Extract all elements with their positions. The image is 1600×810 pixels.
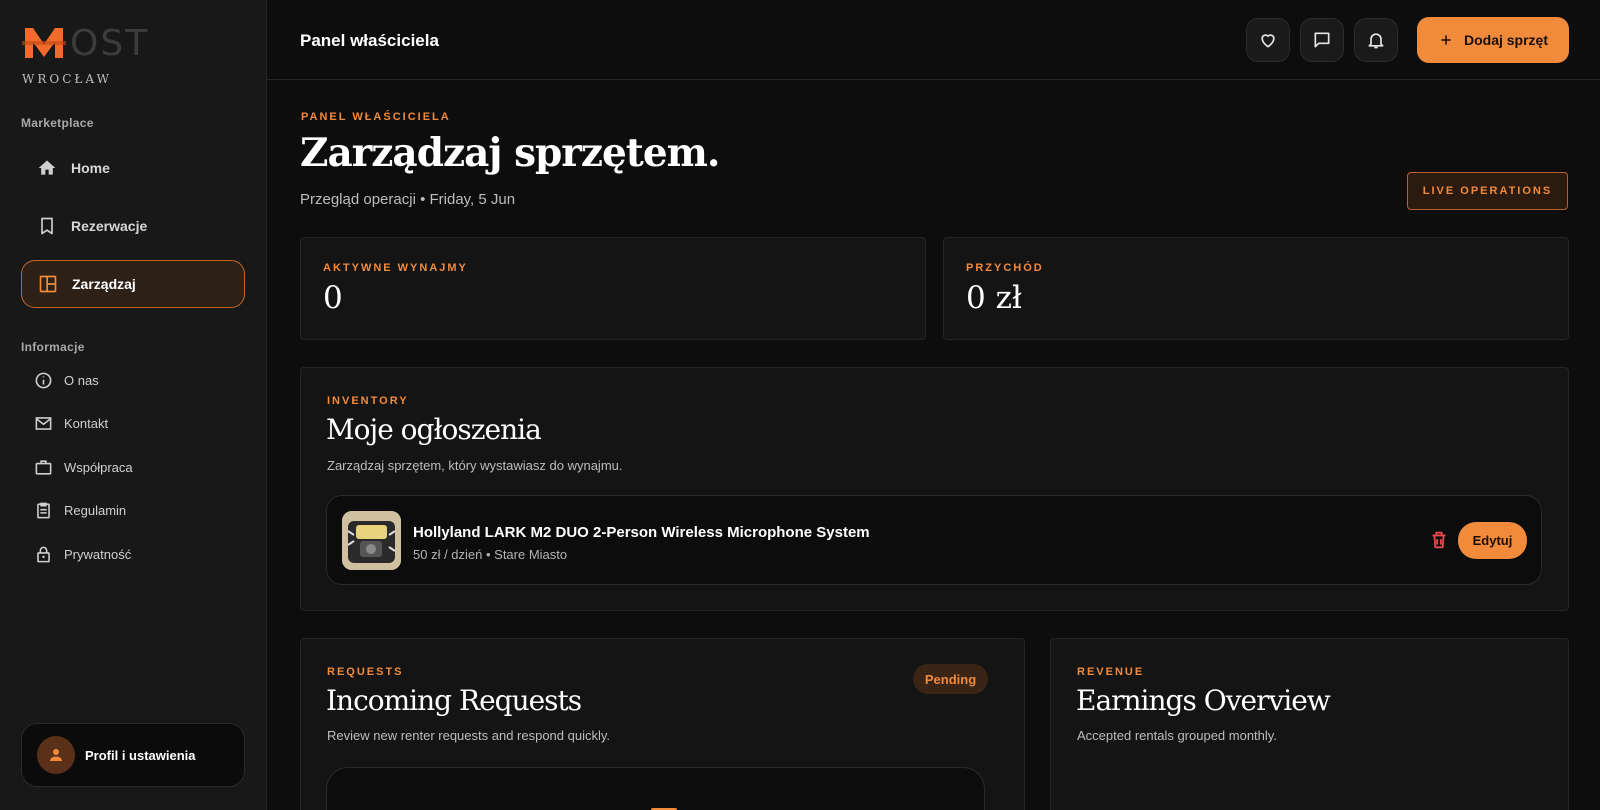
topbar-title: Panel właściciela xyxy=(300,31,439,50)
bell-icon xyxy=(1368,33,1384,49)
notifications-button[interactable] xyxy=(1354,18,1398,62)
requests-title: Incoming Requests xyxy=(326,684,582,717)
add-equipment-button[interactable]: Dodaj sprzęt xyxy=(1417,17,1569,63)
sidebar-item-kontakt[interactable]: Kontakt xyxy=(34,414,108,433)
info-section-label: Informacje xyxy=(21,340,85,354)
logo-text: OST xyxy=(70,23,150,64)
sidebar-item-label: Rezerwacje xyxy=(71,218,148,234)
sidebar: OST WROCŁAW Marketplace Home Rezerwacje … xyxy=(0,0,267,810)
revenue-title: Earnings Overview xyxy=(1076,684,1331,717)
microphone-product-image xyxy=(342,511,401,570)
mail-icon xyxy=(35,417,52,430)
stat-label: AKTYWNE WYNAJMY xyxy=(323,262,468,274)
live-operations-badge: LIVE OPERATIONS xyxy=(1407,172,1568,210)
profile-settings-button[interactable]: Profil i ustawienia xyxy=(21,723,245,787)
avatar xyxy=(37,736,75,774)
requests-description: Review new renter requests and respond q… xyxy=(327,728,611,743)
revenue-eyebrow: REVENUE xyxy=(1077,666,1145,678)
logo-city: WROCŁAW xyxy=(22,72,112,86)
edit-listing-button[interactable]: Edytuj xyxy=(1458,522,1527,559)
trash-icon[interactable] xyxy=(1428,529,1450,551)
sidebar-item-label: Home xyxy=(71,160,110,176)
inventory-description: Zarządzaj sprzętem, który wystawiasz do … xyxy=(327,458,623,473)
lock-icon xyxy=(37,546,50,563)
inventory-eyebrow: INVENTORY xyxy=(327,395,409,407)
listing-item[interactable]: Hollyland LARK M2 DUO 2-Person Wireless … xyxy=(326,495,1542,585)
requests-eyebrow: REQUESTS xyxy=(327,666,404,678)
briefcase-icon xyxy=(35,460,52,475)
info-icon xyxy=(35,372,52,389)
sidebar-item-label: Współpraca xyxy=(64,460,133,475)
page-subtitle: Przegląd operacji • Friday, 5 Jun xyxy=(300,191,516,208)
user-icon xyxy=(50,749,62,761)
stat-label: PRZYCHÓD xyxy=(966,262,1044,274)
topbar: Panel właściciela Dodaj sprzęt xyxy=(267,0,1600,80)
plus-icon xyxy=(1441,35,1451,45)
bookmark-icon xyxy=(41,217,53,235)
heart-icon xyxy=(1261,34,1275,48)
page-title: Zarządzaj sprzętem. xyxy=(300,130,720,176)
hero-eyebrow: PANEL WŁAŚCICIELA xyxy=(301,111,451,123)
revenue-description: Accepted rentals grouped monthly. xyxy=(1077,728,1277,743)
inventory-title: Moje ogłoszenia xyxy=(326,413,542,446)
clipboard-icon xyxy=(37,502,50,519)
listing-meta: 50 zł / dzień • Stare Miasto xyxy=(413,547,568,562)
sidebar-item-label: O nas xyxy=(64,373,99,388)
profile-label: Profil i ustawienia xyxy=(85,747,196,763)
sidebar-item-label: Prywatność xyxy=(64,547,132,562)
sidebar-item-regulamin[interactable]: Regulamin xyxy=(34,501,126,520)
sidebar-item-home[interactable]: Home xyxy=(21,144,245,192)
favorites-button[interactable] xyxy=(1246,18,1290,62)
request-card[interactable] xyxy=(326,767,985,810)
marketplace-section-label: Marketplace xyxy=(21,116,94,130)
sidebar-item-label: Zarządzaj xyxy=(72,276,136,292)
stat-card-active-rentals: AKTYWNE WYNAJMY 0 xyxy=(300,237,926,340)
sidebar-item-wspolpraca[interactable]: Współpraca xyxy=(34,458,133,477)
chat-icon xyxy=(1314,32,1330,48)
stat-card-revenue: PRZYCHÓD 0 zł xyxy=(943,237,1569,340)
messages-button[interactable] xyxy=(1300,18,1344,62)
sidebar-item-rezerwacje[interactable]: Rezerwacje xyxy=(21,202,245,250)
add-equipment-label: Dodaj sprzęt xyxy=(1463,32,1548,48)
dashboard-icon xyxy=(39,275,57,293)
home-icon xyxy=(38,160,56,175)
stat-value: 0 zł xyxy=(966,280,1022,316)
listing-title: Hollyland LARK M2 DUO 2-Person Wireless … xyxy=(413,524,870,541)
status-badge: Pending xyxy=(913,664,988,694)
sidebar-item-zarzadzaj[interactable]: Zarządzaj xyxy=(21,260,245,308)
sidebar-item-prywatnosc[interactable]: Prywatność xyxy=(34,545,131,564)
sidebar-item-label: Regulamin xyxy=(64,503,127,518)
revenue-panel: REVENUE Earnings Overview Accepted renta… xyxy=(1050,638,1569,810)
sidebar-item-o-nas[interactable]: O nas xyxy=(34,371,99,390)
sidebar-item-label: Kontakt xyxy=(64,416,109,431)
listing-thumbnail xyxy=(342,511,401,570)
stat-value: 0 xyxy=(323,280,343,316)
requests-panel: REQUESTS Incoming Requests Review new re… xyxy=(300,638,1025,810)
